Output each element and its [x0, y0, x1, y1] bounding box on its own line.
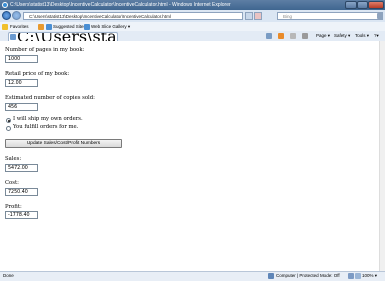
computer-zone-icon	[268, 272, 274, 279]
cost-label: Cost:	[5, 180, 19, 186]
safety-menu[interactable]: Safety ▾	[334, 31, 350, 41]
price-label: Retail price of my book:	[5, 71, 70, 77]
search-input[interactable]: Bing	[277, 12, 383, 20]
suggested-sites-icon	[46, 23, 52, 30]
search-icon[interactable]	[377, 13, 383, 19]
add-favorites-icon[interactable]	[38, 23, 44, 30]
read-mail-icon[interactable]	[290, 33, 296, 39]
web-slice-gallery-link[interactable]: Web Slice Gallery ▾	[91, 22, 130, 31]
copies-input[interactable]: 456	[5, 103, 38, 111]
internet-explorer-icon	[2, 2, 8, 8]
fulfill-label: You fulfill orders for me.	[13, 124, 79, 130]
pages-input[interactable]: 1000	[5, 55, 38, 63]
tab-incentive-calculator[interactable]: C:\Users\statist13\Desktop\IncentiveCalc…	[8, 32, 118, 41]
stop-icon[interactable]	[254, 12, 262, 20]
home-icon[interactable]	[266, 33, 272, 39]
ship-own-radio[interactable]	[6, 118, 11, 123]
maximize-button[interactable]	[357, 1, 368, 9]
help-menu[interactable]: ?▾	[374, 31, 379, 41]
zoom-level[interactable]: 100% ▾	[362, 271, 377, 280]
page-menu[interactable]: Page ▾	[316, 31, 330, 41]
ship-own-label: I will ship my own orders.	[13, 116, 83, 122]
print-icon[interactable]	[302, 33, 308, 39]
tools-menu[interactable]: Tools ▾	[355, 31, 369, 41]
profit-output[interactable]: -1778.40	[5, 211, 38, 219]
window-title-bar: C:\Users\statist13\Desktop\IncentiveCalc…	[0, 0, 385, 10]
close-button[interactable]	[368, 1, 384, 9]
zoom-icon[interactable]	[355, 272, 361, 279]
fulfill-radio[interactable]	[6, 126, 11, 131]
price-input[interactable]: 12.00	[5, 79, 38, 87]
forward-arrow-icon[interactable]	[12, 11, 21, 20]
vertical-scrollbar[interactable]	[379, 41, 385, 271]
sales-output[interactable]: 5472.00	[5, 164, 38, 172]
back-arrow-icon[interactable]	[2, 11, 11, 20]
refresh-icon[interactable]	[245, 12, 253, 20]
zone-settings-icon[interactable]	[348, 272, 354, 279]
cost-output[interactable]: 7250.40	[5, 188, 38, 196]
web-slice-icon	[84, 23, 90, 30]
page-icon	[10, 33, 16, 40]
window-title: C:\Users\statist13\Desktop\IncentiveCalc…	[10, 2, 231, 8]
sales-label: Sales:	[5, 156, 22, 162]
favorites-star-icon[interactable]	[2, 23, 8, 30]
favorites-label[interactable]: Favorites	[10, 22, 29, 31]
address-input[interactable]: C:\Users\statist13\Desktop\IncentiveCalc…	[23, 12, 243, 20]
security-zone-text: Computer | Protected Mode: Off	[276, 273, 340, 278]
minimize-button[interactable]	[345, 1, 357, 9]
feeds-icon[interactable]	[278, 33, 284, 39]
pages-label: Number of pages in my book:	[5, 47, 85, 53]
status-text: Done	[3, 273, 14, 278]
profit-label: Profit:	[5, 204, 22, 210]
copies-label: Estimated number of copies sold:	[5, 95, 95, 101]
update-numbers-button[interactable]: Update Sales/Cost/Profit Numbers	[5, 139, 122, 148]
